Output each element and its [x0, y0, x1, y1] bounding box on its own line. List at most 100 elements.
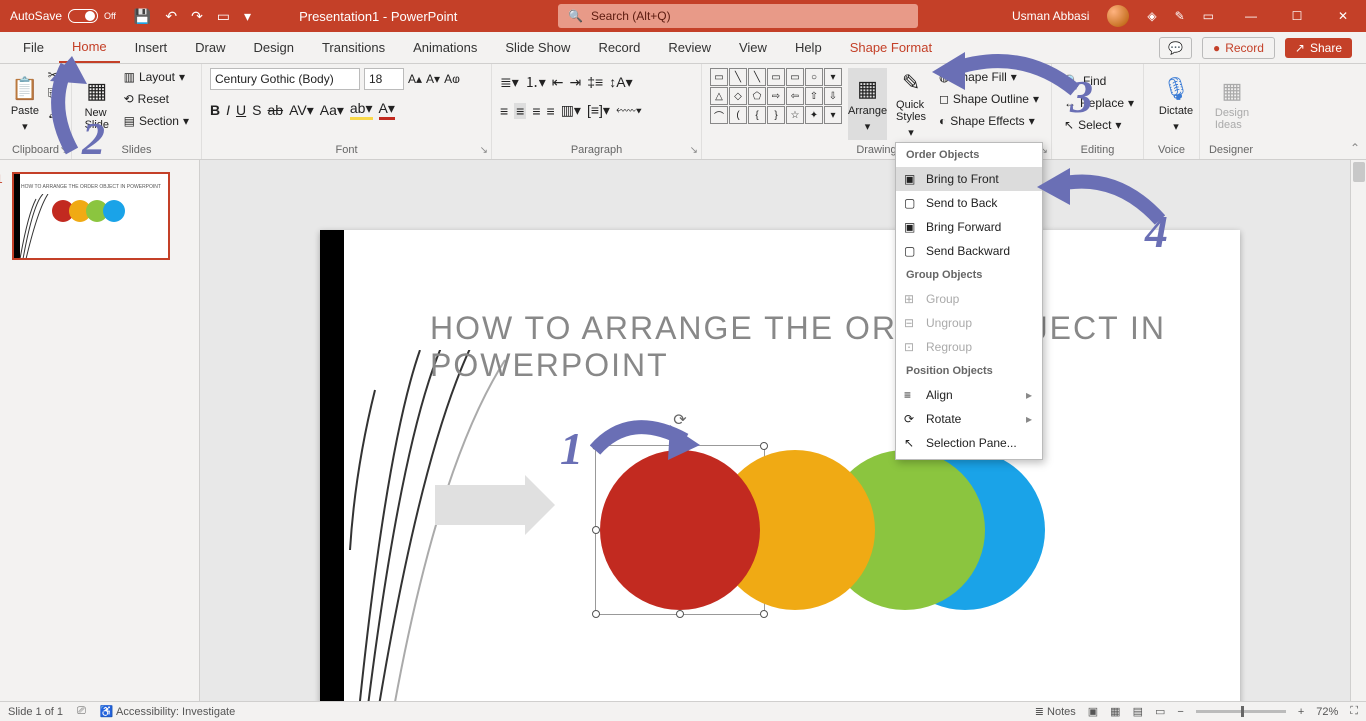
dialog-launcher-icon[interactable]: ↘ [690, 145, 698, 156]
reading-view-icon[interactable]: ▤ [1133, 705, 1143, 718]
scroll-thumb[interactable] [1353, 162, 1365, 182]
search-box[interactable]: 🔍 Search (Alt+Q) [558, 4, 918, 28]
vertical-scrollbar[interactable] [1350, 160, 1366, 705]
decrease-font-icon[interactable]: A▾ [426, 72, 440, 86]
shapes-gallery[interactable]: ▭╲╲▭▭○▾ △◇⬠⇨⇦⇧⇩ ⌒({}☆✦▾ [710, 68, 842, 124]
tab-shape-format[interactable]: Shape Format [837, 33, 945, 62]
comments-button[interactable]: 💬 [1159, 37, 1192, 59]
bring-to-front-item[interactable]: ▣Bring to Front [896, 167, 1042, 191]
send-to-back-item[interactable]: ▢Send to Back [896, 191, 1042, 215]
increase-indent-icon[interactable]: ⇥ [570, 74, 582, 91]
undo-icon[interactable]: ↶ [165, 8, 177, 25]
shadow-button[interactable]: S [252, 102, 261, 118]
zoom-slider[interactable] [1196, 710, 1286, 713]
slide-thumbnail-1[interactable]: HOW TO ARRANGE THE ORDER OBJECT IN POWER… [12, 172, 170, 260]
share-button[interactable]: ↗Share [1285, 38, 1352, 58]
columns-icon[interactable]: ▥▾ [561, 102, 581, 119]
highlight-button[interactable]: ab▾ [350, 100, 373, 120]
tab-slideshow[interactable]: Slide Show [492, 33, 583, 62]
section-button[interactable]: ▤Section▾ [120, 112, 193, 130]
save-icon[interactable]: 💾 [134, 8, 151, 25]
layout-button[interactable]: ▥Layout▾ [120, 68, 193, 86]
accessibility-status[interactable]: ♿ Accessibility: Investigate [100, 705, 235, 718]
zoom-percent[interactable]: 72% [1316, 706, 1338, 718]
arrange-button[interactable]: ▦ Arrange▾ [848, 68, 887, 140]
resize-handle[interactable] [592, 526, 600, 534]
bring-forward-item[interactable]: ▣Bring Forward [896, 215, 1042, 239]
bullets-button[interactable]: ≣▾ [500, 74, 519, 91]
line-spacing-icon[interactable]: ‡≡ [587, 74, 603, 90]
tab-view[interactable]: View [726, 33, 780, 62]
dialog-launcher-icon[interactable]: ↘ [480, 145, 488, 156]
fit-slide-icon[interactable]: ⛶ [1350, 705, 1358, 718]
font-family-combo[interactable]: Century Gothic (Body) [210, 68, 360, 90]
font-color-button[interactable]: A▾ [379, 100, 395, 120]
tab-design[interactable]: Design [241, 33, 307, 62]
arrow-shape[interactable] [435, 475, 555, 545]
rotate-item[interactable]: ⟳Rotate▸ [896, 407, 1042, 431]
minimize-button[interactable]: — [1228, 0, 1274, 32]
tab-review[interactable]: Review [655, 33, 724, 62]
shape-effects-button[interactable]: ◐Shape Effects▾ [935, 112, 1043, 130]
selection-pane-item[interactable]: ↖Selection Pane... [896, 431, 1042, 455]
toggle-off-icon[interactable] [68, 9, 98, 23]
bold-button[interactable]: B [210, 102, 220, 118]
align-text-icon[interactable]: [≡]▾ [587, 102, 610, 119]
slide-title[interactable]: HOW TO ARRANGE THE ORDER OBJECT IN POWER… [430, 310, 1200, 384]
increase-font-icon[interactable]: A▴ [408, 72, 422, 86]
ribbon-display-icon[interactable]: ▭ [1203, 9, 1214, 23]
language-icon[interactable]: ⎚ [77, 705, 86, 718]
smartart-icon[interactable]: ⬳▾ [616, 102, 642, 119]
slideshow-icon[interactable]: ▭ [217, 8, 230, 25]
slide-counter[interactable]: Slide 1 of 1 [8, 706, 63, 718]
decrease-indent-icon[interactable]: ⇤ [552, 74, 564, 91]
collapse-ribbon-icon[interactable]: ⌃ [1350, 141, 1360, 155]
tab-draw[interactable]: Draw [182, 33, 238, 62]
maximize-button[interactable]: ☐ [1274, 0, 1320, 32]
align-item[interactable]: ≡Align▸ [896, 383, 1042, 407]
justify-icon[interactable]: ≡ [547, 103, 555, 119]
resize-handle[interactable] [676, 610, 684, 618]
design-ideas-button[interactable]: ▦ Design Ideas [1208, 68, 1256, 140]
resize-handle[interactable] [760, 610, 768, 618]
wand-icon[interactable]: ✎ [1175, 9, 1185, 23]
quick-styles-button[interactable]: ✎ Quick Styles▾ [893, 68, 929, 140]
slide-canvas[interactable]: HOW TO ARRANGE THE ORDER OBJECT IN POWER… [200, 160, 1366, 705]
record-button[interactable]: ●Record [1202, 37, 1275, 59]
italic-button[interactable]: I [226, 102, 230, 118]
resize-handle[interactable] [760, 442, 768, 450]
align-left-icon[interactable]: ≡ [500, 103, 508, 119]
text-direction-icon[interactable]: ↕A▾ [609, 74, 632, 91]
tab-help[interactable]: Help [782, 33, 835, 62]
notes-button[interactable]: ≣ Notes [1035, 705, 1076, 718]
align-right-icon[interactable]: ≡ [532, 103, 540, 119]
numbering-button[interactable]: ⒈▾ [525, 72, 546, 92]
zoom-in-icon[interactable]: + [1298, 706, 1304, 718]
autosave-toggle[interactable]: AutoSave Off [0, 9, 126, 23]
dictate-button[interactable]: 🎙 Dictate▾ [1152, 68, 1200, 140]
change-case-button[interactable]: Aa▾ [320, 102, 344, 119]
paste-button[interactable]: 📋 Paste ▾ [8, 68, 42, 140]
tab-transitions[interactable]: Transitions [309, 33, 398, 62]
avatar[interactable] [1107, 5, 1129, 27]
slideshow-view-icon[interactable]: ▭ [1155, 705, 1165, 718]
strike-button[interactable]: ab [267, 102, 283, 118]
user-name[interactable]: Usman Abbasi [1012, 9, 1089, 23]
resize-handle[interactable] [592, 610, 600, 618]
tab-insert[interactable]: Insert [122, 33, 181, 62]
reset-button[interactable]: ⟲Reset [120, 90, 193, 108]
zoom-out-icon[interactable]: − [1177, 706, 1183, 718]
close-button[interactable]: ✕ [1320, 0, 1366, 32]
char-spacing-button[interactable]: AV▾ [289, 102, 314, 119]
align-center-icon[interactable]: ≡ [514, 103, 526, 119]
underline-button[interactable]: U [236, 102, 246, 118]
qat-more-icon[interactable]: ▾ [244, 8, 251, 25]
tab-record[interactable]: Record [585, 33, 653, 62]
tab-animations[interactable]: Animations [400, 33, 490, 62]
normal-view-icon[interactable]: ▣ [1088, 705, 1098, 718]
redo-icon[interactable]: ↷ [191, 8, 203, 25]
font-size-combo[interactable]: 18 [364, 68, 404, 90]
clear-formatting-icon[interactable]: Aⱷ [444, 72, 460, 86]
sorter-view-icon[interactable]: ▦ [1110, 705, 1120, 718]
diamond-icon[interactable]: ◈ [1147, 9, 1156, 23]
